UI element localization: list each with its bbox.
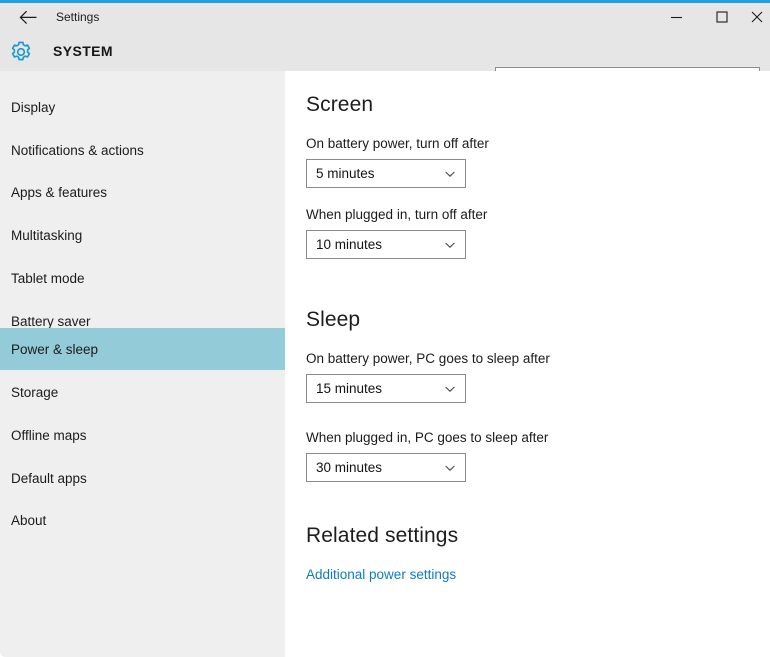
- sidebar-item-label: Battery saver: [11, 313, 91, 329]
- sidebar-item-multitasking[interactable]: Multitasking: [0, 214, 285, 256]
- chevron-down-icon: [444, 462, 456, 474]
- dropdown-sleep-battery[interactable]: 15 minutes: [306, 374, 466, 403]
- maximize-icon: [715, 11, 728, 23]
- dropdown-value: 15 minutes: [316, 381, 383, 396]
- sidebar-item-label: About: [11, 512, 47, 528]
- settings-window: Settings SYSTEM Find a setting Display N…: [0, 0, 770, 657]
- section-heading-screen: Screen: [306, 93, 374, 116]
- chevron-down-icon: [444, 168, 456, 180]
- sidebar-nav: Display Notifications & actions Apps & fea…: [0, 71, 285, 657]
- title-bar: Settings: [0, 3, 770, 31]
- page-title: SYSTEM: [53, 43, 113, 59]
- sidebar-item-tablet-mode[interactable]: Tablet mode: [0, 257, 285, 299]
- sidebar-item-apps-and-features[interactable]: Apps & features: [0, 171, 285, 213]
- field-label-sleep-plugged: When plugged in, PC goes to sleep after: [306, 430, 549, 445]
- dropdown-screen-battery[interactable]: 5 minutes: [306, 159, 466, 188]
- sidebar-item-label: Apps & features: [11, 184, 108, 200]
- chevron-down-icon: [444, 239, 456, 251]
- page-header: SYSTEM: [0, 31, 770, 94]
- field-label-sleep-battery: On battery power, PC goes to sleep after: [306, 351, 550, 366]
- back-arrow-icon: [19, 10, 38, 25]
- chevron-down-icon: [444, 383, 456, 395]
- sidebar-item-label: Notifications & actions: [11, 142, 144, 158]
- maximize-button[interactable]: [699, 3, 744, 31]
- sidebar-item-label: Offline maps: [11, 427, 87, 443]
- sidebar-item-label: Tablet mode: [11, 270, 85, 286]
- dropdown-value: 10 minutes: [316, 237, 383, 252]
- sidebar-item-about[interactable]: About: [0, 499, 285, 541]
- sidebar-item-storage[interactable]: Storage: [0, 371, 285, 413]
- sidebar-item-label: Storage: [11, 384, 59, 400]
- close-icon: [751, 11, 763, 23]
- minimize-icon: [670, 12, 683, 22]
- sidebar-item-notifications-and-actions[interactable]: Notifications & actions: [0, 129, 285, 171]
- sidebar-item-default-apps[interactable]: Default apps: [0, 457, 285, 499]
- dropdown-value: 5 minutes: [316, 166, 375, 181]
- field-label-screen-plugged: When plugged in, turn off after: [306, 207, 488, 222]
- minimize-button[interactable]: [654, 3, 699, 31]
- section-heading-related: Related settings: [306, 524, 459, 547]
- dropdown-value: 30 minutes: [316, 460, 383, 475]
- sidebar-item-display[interactable]: Display: [0, 86, 285, 128]
- dropdown-screen-plugged[interactable]: 10 minutes: [306, 230, 466, 259]
- additional-power-settings-link[interactable]: Additional power settings: [306, 567, 456, 582]
- window-title: Settings: [56, 10, 100, 24]
- sidebar-item-label: Power & sleep: [11, 341, 99, 357]
- sidebar-item-power-and-sleep[interactable]: Power & sleep: [0, 328, 285, 370]
- sidebar-item-offline-maps[interactable]: Offline maps: [0, 414, 285, 456]
- dropdown-sleep-plugged[interactable]: 30 minutes: [306, 453, 466, 482]
- back-button[interactable]: [8, 3, 48, 31]
- close-button[interactable]: [744, 3, 770, 31]
- sidebar-item-label: Display: [11, 99, 56, 115]
- section-heading-sleep: Sleep: [306, 308, 361, 331]
- settings-content: Screen On battery power, turn off after …: [285, 71, 770, 657]
- sidebar-item-label: Multitasking: [11, 227, 83, 243]
- sidebar-item-label: Default apps: [11, 470, 87, 486]
- gear-icon: [8, 39, 34, 65]
- field-label-screen-battery: On battery power, turn off after: [306, 136, 489, 151]
